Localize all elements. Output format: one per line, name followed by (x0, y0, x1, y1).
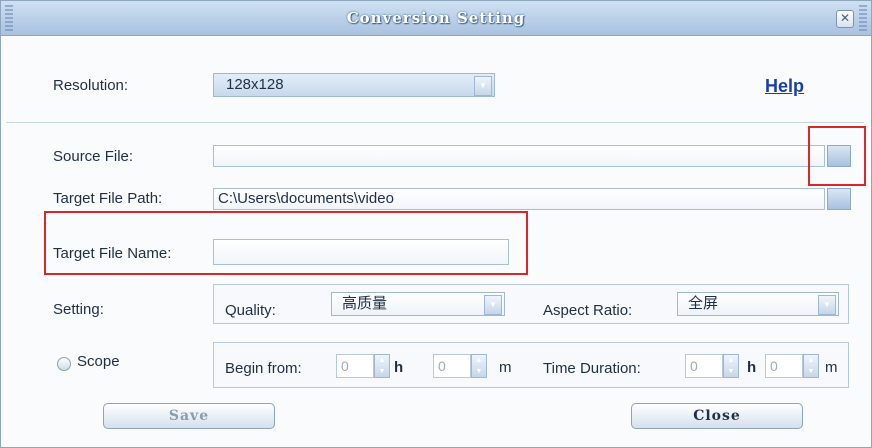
source-file-label: Source File: (53, 148, 134, 165)
target-path-input[interactable]: C:\Users\documents\video (213, 188, 825, 210)
target-path-label: Target File Path: (53, 190, 163, 207)
dropdown-arrow-icon[interactable]: ▼ (818, 295, 836, 315)
dropdown-arrow-icon[interactable]: ▼ (484, 295, 502, 315)
save-button[interactable]: Save (103, 403, 275, 429)
setting-label: Setting: (53, 301, 104, 318)
duration-minute-input[interactable]: 0 (765, 354, 803, 378)
divider (6, 122, 864, 123)
begin-minute-spinner[interactable]: ▲ ▼ (471, 354, 487, 378)
begin-hour-input[interactable]: 0 (336, 354, 374, 378)
begin-hour-unit: h (394, 359, 404, 376)
begin-minute-unit: m (499, 359, 512, 376)
begin-minute-input[interactable]: 0 (433, 354, 471, 378)
aspect-ratio-select[interactable]: 全屏 ▼ (677, 292, 839, 316)
quality-value: 高质量 (342, 295, 388, 312)
resolution-select[interactable]: 128x128 ▼ (213, 73, 495, 97)
duration-hour-input[interactable]: 0 (685, 354, 723, 378)
scope-checkbox[interactable] (57, 357, 71, 371)
target-name-input[interactable] (213, 239, 509, 265)
window-title: Conversion Setting (346, 9, 526, 27)
duration-minute-spinner[interactable]: ▲ ▼ (803, 354, 819, 378)
resolution-label: Resolution: (53, 77, 129, 94)
close-icon[interactable]: ✕ (836, 10, 854, 28)
browse-icon[interactable] (827, 188, 851, 210)
resolution-value: 128x128 (226, 76, 284, 93)
time-duration-label: Time Duration: (543, 360, 641, 377)
target-name-label: Target File Name: (53, 245, 172, 262)
aspect-ratio-value: 全屏 (688, 295, 719, 312)
highlight-box-browse (808, 126, 866, 186)
begin-from-label: Begin from: (225, 360, 302, 377)
conversion-setting-dialog: Conversion Setting ✕ Resolution: 128x128… (0, 0, 872, 448)
duration-hour-unit: h (747, 359, 757, 376)
scope-label: Scope (77, 353, 120, 370)
dropdown-arrow-icon[interactable]: ▼ (474, 76, 492, 96)
duration-minute-unit: m (825, 359, 838, 376)
aspect-ratio-label: Aspect Ratio: (543, 302, 633, 319)
source-file-input[interactable] (213, 145, 825, 167)
quality-label: Quality: (225, 302, 276, 319)
duration-hour-spinner[interactable]: ▲ ▼ (723, 354, 739, 378)
quality-select[interactable]: 高质量 ▼ (331, 292, 505, 316)
help-link[interactable]: Help (765, 76, 804, 97)
begin-hour-spinner[interactable]: ▲ ▼ (374, 354, 390, 378)
title-bar[interactable]: Conversion Setting ✕ (1, 1, 871, 36)
close-button[interactable]: Close (631, 403, 803, 429)
